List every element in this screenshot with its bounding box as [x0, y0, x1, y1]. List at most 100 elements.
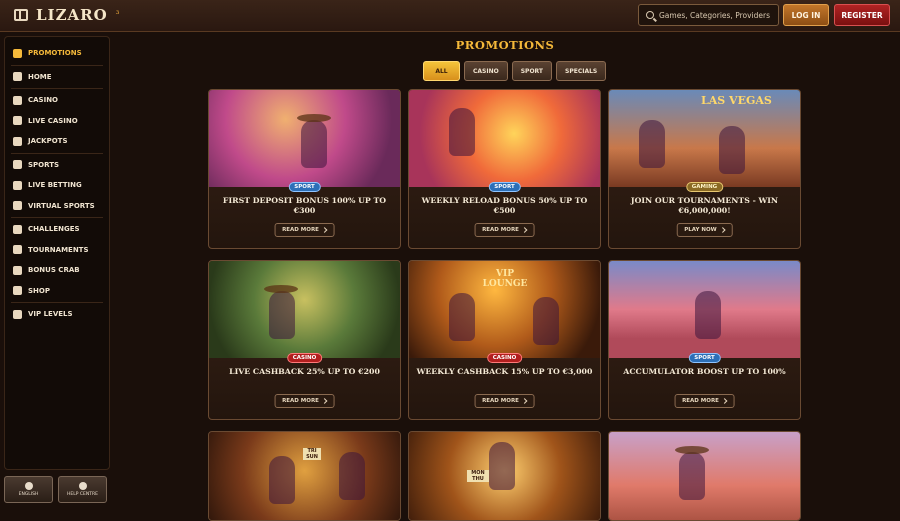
sidebar-item-label: HOME — [28, 72, 52, 81]
divider — [11, 217, 103, 218]
promotions-grid: SPORT FIRST DEPOSIT BONUS 100% UP TO €30… — [208, 89, 801, 521]
character-figure — [695, 291, 721, 339]
vegas-sign: LAS VEGAS — [701, 94, 772, 107]
button-label: READ MORE — [282, 398, 319, 404]
chevron-right-icon — [322, 398, 328, 404]
sidebar-item-live-casino[interactable]: LIVE CASINO — [5, 111, 109, 132]
sidebar-item-label: JACKPOTS — [28, 137, 68, 146]
promo-image — [409, 90, 600, 187]
sidebar-item-tournaments[interactable]: TOURNAMENTS — [5, 240, 109, 261]
medal-icon — [13, 224, 22, 234]
play-now-button[interactable]: PLAY NOW — [676, 223, 733, 237]
help-centre-button[interactable]: HELP CENTRE — [58, 476, 107, 503]
search-icon — [646, 11, 654, 19]
language-button[interactable]: ENGLISH — [4, 476, 53, 503]
promo-card[interactable]: LAS VEGAS GAMING JOIN OUR TOURNAMENTS - … — [608, 89, 801, 249]
promo-card[interactable]: TRI SUN — [208, 431, 401, 521]
read-more-button[interactable]: READ MORE — [274, 394, 335, 408]
home-icon — [13, 72, 22, 82]
character-figure — [489, 442, 515, 490]
category-badge: CASINO — [486, 353, 523, 363]
read-more-button[interactable]: READ MORE — [474, 223, 535, 237]
sidebar-item-home[interactable]: HOME — [5, 67, 109, 88]
sidebar-item-label: VIP LEVELS — [28, 310, 73, 319]
sidebar-toggle-icon[interactable] — [14, 9, 28, 21]
promo-title: FIRST DEPOSIT BONUS 100% UP TO €300 — [222, 196, 387, 215]
character-figure — [269, 291, 295, 339]
promo-card[interactable]: MON THU — [408, 431, 601, 521]
sidebar-item-label: LIVE CASINO — [28, 116, 78, 125]
sidebar-item-label: VIRTUAL SPORTS — [28, 201, 95, 210]
chevron-right-icon — [322, 227, 328, 233]
filter-sport[interactable]: SPORT — [511, 61, 552, 81]
gamepad-icon — [13, 201, 22, 211]
sidebar-footer: ENGLISH HELP CENTRE — [4, 476, 107, 503]
register-button[interactable]: REGISTER — [834, 4, 890, 26]
read-more-button[interactable]: READ MORE — [274, 223, 335, 237]
filter-specials[interactable]: SPECIALS — [556, 61, 607, 81]
character-figure — [269, 456, 295, 504]
character-figure — [533, 297, 559, 345]
character-figure — [679, 452, 705, 500]
promo-title: JOIN OUR TOURNAMENTS - WIN €6,000,000! — [630, 196, 779, 215]
divider — [11, 302, 103, 303]
flag-icon — [24, 482, 33, 490]
promo-card[interactable] — [608, 431, 801, 521]
sidebar-item-casino[interactable]: CASINO — [5, 90, 109, 111]
promo-title: WEEKLY CASHBACK 15% UP TO €3,000 — [416, 367, 593, 376]
sidebar-item-sports[interactable]: SPORTS — [5, 155, 109, 176]
sidebar-item-label: LIVE BETTING — [28, 181, 82, 190]
promo-image — [209, 90, 400, 187]
trophy-icon — [13, 245, 22, 255]
search-box[interactable] — [638, 4, 779, 26]
read-more-button[interactable]: READ MORE — [674, 394, 735, 408]
sidebar-item-vip-levels[interactable]: VIP LEVELS — [5, 304, 109, 325]
sidebar-item-label: CHALLENGES — [28, 225, 80, 234]
sidebar-item-virtual-sports[interactable]: VIRTUAL SPORTS — [5, 196, 109, 217]
promo-image: LAS VEGAS — [609, 90, 800, 187]
promo-image — [209, 261, 400, 358]
brand-name: LIZARO — [36, 6, 108, 24]
promo-card[interactable]: VIP LOUNGE CASINO WEEKLY CASHBACK 15% UP… — [408, 260, 601, 420]
promo-card[interactable]: SPORT FIRST DEPOSIT BONUS 100% UP TO €30… — [208, 89, 401, 249]
divider — [11, 64, 103, 66]
crab-icon — [13, 265, 22, 275]
sidebar-item-bonus-crab[interactable]: BONUS CRAB — [5, 260, 109, 281]
slot-icon — [13, 95, 22, 105]
read-more-button[interactable]: READ MORE — [474, 394, 535, 408]
divider — [11, 88, 103, 89]
promo-image: MON THU — [409, 432, 600, 520]
ball-icon — [13, 160, 22, 170]
sidebar-item-label: SPORTS — [28, 160, 60, 169]
sidebar-item-label: SHOP — [28, 286, 50, 295]
promo-card[interactable]: SPORT WEEKLY RELOAD BONUS 50% UP TO €500… — [408, 89, 601, 249]
category-badge: SPORT — [288, 182, 321, 192]
sidebar-item-jackpots[interactable]: JACKPOTS — [5, 131, 109, 152]
brand-superscript: ³ — [115, 10, 120, 20]
hat-shape — [297, 114, 331, 122]
chevron-right-icon — [522, 398, 528, 404]
promo-card[interactable]: SPORT ACCUMULATOR BOOST UP TO 100% READ … — [608, 260, 801, 420]
character-figure — [449, 293, 475, 341]
diamond-icon — [13, 309, 22, 319]
category-badge: GAMING — [685, 182, 724, 192]
button-label: READ MORE — [682, 398, 719, 404]
sidebar-item-label: TOURNAMENTS — [28, 245, 89, 254]
language-label: ENGLISH — [18, 492, 39, 497]
promo-image — [609, 432, 800, 520]
top-bar: LIZARO ³ LOG IN REGISTER — [0, 0, 900, 32]
filter-all[interactable]: ALL — [423, 61, 460, 81]
sidebar-item-shop[interactable]: SHOP — [5, 281, 109, 302]
promo-card[interactable]: CASINO LIVE CASHBACK 25% UP TO €200 READ… — [208, 260, 401, 420]
search-input[interactable] — [659, 10, 777, 20]
sidebar-item-challenges[interactable]: CHALLENGES — [5, 219, 109, 240]
promo-title: ACCUMULATOR BOOST UP TO 100% — [623, 367, 786, 376]
category-badge: SPORT — [688, 353, 721, 363]
sidebar-item-label: PROMOTIONS — [28, 49, 82, 58]
login-button[interactable]: LOG IN — [783, 4, 829, 26]
logo[interactable]: LIZARO ³ — [14, 6, 119, 24]
sidebar-item-live-betting[interactable]: LIVE BETTING — [5, 175, 109, 196]
sidebar-item-promotions[interactable]: PROMOTIONS — [5, 43, 109, 64]
play-icon — [13, 180, 22, 190]
filter-casino[interactable]: CASINO — [464, 61, 508, 81]
